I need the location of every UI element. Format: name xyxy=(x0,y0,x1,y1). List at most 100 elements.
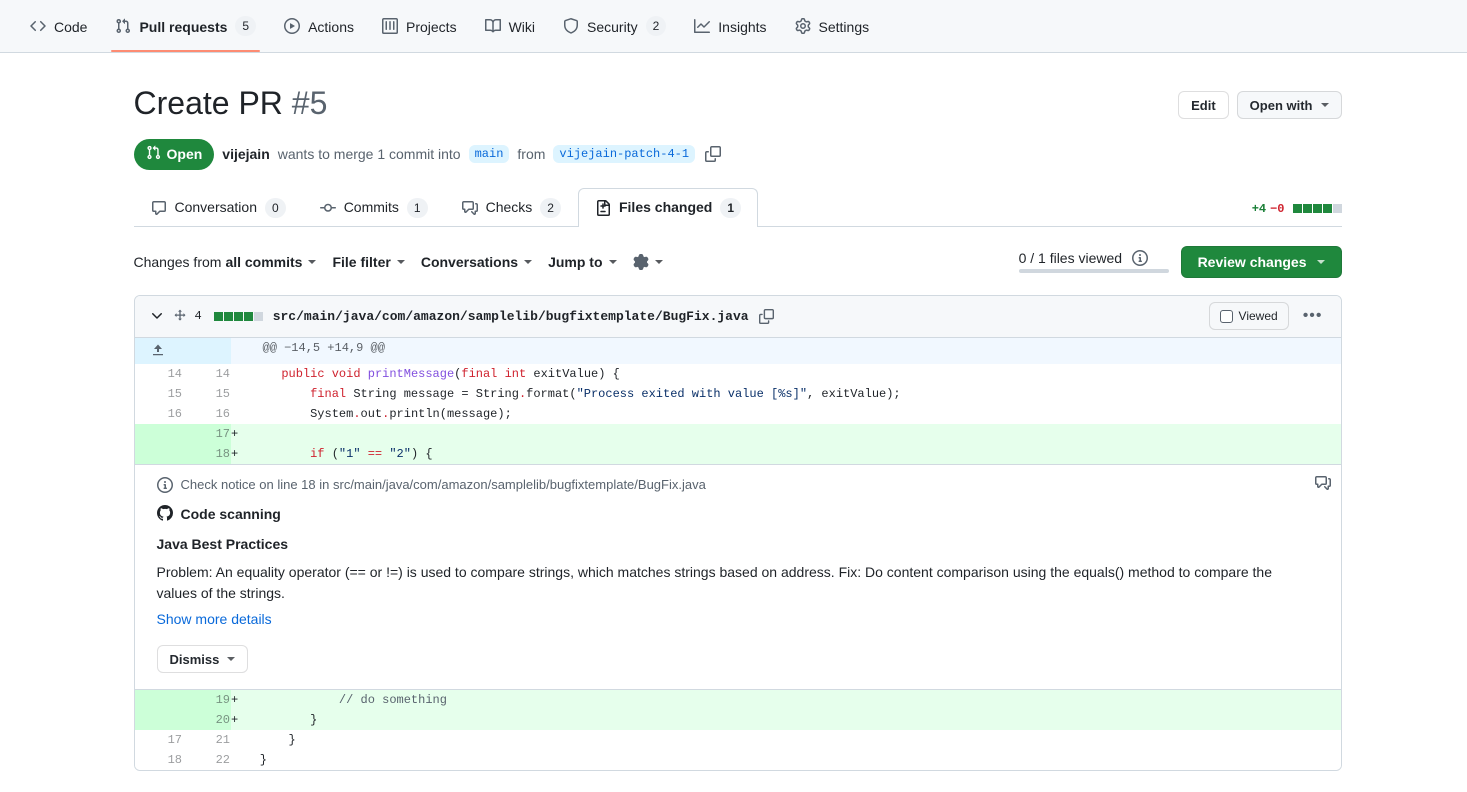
drag-handle-icon[interactable] xyxy=(173,309,187,323)
info-icon[interactable] xyxy=(1132,250,1149,267)
diff-settings-dropdown[interactable] xyxy=(633,253,663,270)
code-line: System.out.println(message); xyxy=(252,403,1341,424)
line-number-new[interactable]: 14 xyxy=(182,363,231,384)
show-more-details-link[interactable]: Show more details xyxy=(157,611,272,627)
chevron-down-icon xyxy=(654,259,663,264)
line-number-new[interactable]: 20 xyxy=(182,710,231,731)
file-diffstat-block xyxy=(233,311,243,321)
code-line: final String message = String.format("Pr… xyxy=(252,383,1341,404)
jump-to-dropdown[interactable]: Jump to xyxy=(548,254,617,270)
tab-commits[interactable]: Commits 1 xyxy=(303,188,445,227)
chevron-down-icon xyxy=(396,259,405,264)
dismiss-button[interactable]: Dismiss xyxy=(156,645,249,674)
expand-up-icon[interactable] xyxy=(150,338,166,357)
copy-icon[interactable] xyxy=(757,307,776,326)
line-number-old[interactable] xyxy=(134,690,183,711)
file-path[interactable]: src/main/java/com/amazon/samplelib/bugfi… xyxy=(273,309,749,324)
line-number-new[interactable]: 17 xyxy=(182,423,231,444)
file-change-count: 4 xyxy=(194,309,202,324)
chevron-down-icon[interactable] xyxy=(149,308,165,324)
line-number-old[interactable] xyxy=(134,710,183,731)
line-number-new[interactable]: 19 xyxy=(182,690,231,711)
diff-row-context: 17 21 } xyxy=(134,730,1341,751)
changes-from-prefix: Changes from xyxy=(133,253,222,270)
conversations-dropdown[interactable]: Conversations xyxy=(421,254,533,270)
tab-checks[interactable]: Checks 2 xyxy=(445,188,578,227)
nav-item-pull-requests[interactable]: Pull requests 5 xyxy=(103,0,268,52)
nav-item-projects[interactable]: Projects xyxy=(370,0,469,52)
nav-item-security[interactable]: Security 2 xyxy=(551,0,678,52)
tab-conversation[interactable]: Conversation 0 xyxy=(134,188,303,227)
info-icon xyxy=(156,476,173,493)
file-header: 4 src/main/java/com/amazon/samplelib/bug… xyxy=(134,295,1341,338)
tab-label-conversation: Conversation xyxy=(174,199,258,215)
file-filter-dropdown[interactable]: File filter xyxy=(332,254,405,270)
copy-icon[interactable] xyxy=(703,144,723,164)
pr-number: #5 xyxy=(291,85,328,121)
nav-item-code[interactable]: Code xyxy=(18,0,99,52)
diff-row-addition: 20 + } xyxy=(134,710,1341,731)
line-number-old[interactable]: 18 xyxy=(134,750,183,771)
nav-label-wiki: Wiki xyxy=(508,19,536,35)
annotation-header: Check notice on line 18 in src/main/java… xyxy=(156,476,1325,493)
checks-report-icon[interactable] xyxy=(1314,475,1331,491)
file-diffstat-blocks xyxy=(213,311,263,321)
changes-from-dropdown[interactable]: Changes from all commits xyxy=(134,254,317,270)
pr-header-actions: Edit Open with xyxy=(1178,83,1342,119)
viewed-checkbox[interactable]: Viewed xyxy=(1208,302,1289,331)
diffstat-block xyxy=(1292,204,1302,214)
code-scanning-annotation: Check notice on line 18 in src/main/java… xyxy=(134,463,1341,691)
file-diffstat-block xyxy=(243,311,253,321)
nav-item-wiki[interactable]: Wiki xyxy=(473,0,547,52)
line-number-old[interactable] xyxy=(134,443,183,464)
line-number-old[interactable] xyxy=(134,423,183,444)
open-with-button[interactable]: Open with xyxy=(1236,91,1342,119)
line-number-new[interactable]: 16 xyxy=(182,403,231,424)
annotation-cell: Check notice on line 18 in src/main/java… xyxy=(134,463,1341,691)
chevron-down-icon xyxy=(1316,259,1325,264)
diff-table: @@ −14,5 +14,9 @@ 14 14 public void prin… xyxy=(134,337,1341,771)
page-title: Create PR #5 xyxy=(134,83,328,123)
git-pull-request-icon-badge xyxy=(146,145,161,164)
line-number-old[interactable]: 14 xyxy=(134,363,183,384)
expand-up-cell[interactable] xyxy=(134,337,183,364)
base-branch[interactable]: main xyxy=(468,145,510,164)
code-line: } xyxy=(252,730,1341,751)
nav-item-settings[interactable]: Settings xyxy=(783,0,882,52)
line-marker xyxy=(230,383,253,404)
files-viewed-bar xyxy=(1018,269,1169,274)
annotation-rule-name: Java Best Practices xyxy=(156,535,289,552)
repo-nav-list: Code Pull requests 5 Actions Projects Wi… xyxy=(16,0,883,52)
nav-label-settings: Settings xyxy=(818,19,870,35)
code-line: // do something xyxy=(252,690,1341,711)
checkbox-icon[interactable] xyxy=(1219,309,1233,323)
tab-counter-checks: 2 xyxy=(540,197,561,218)
annotation-body: Problem: An equality operator (== or !=)… xyxy=(156,563,1273,602)
nav-item-actions[interactable]: Actions xyxy=(272,0,366,52)
open-with-label: Open with xyxy=(1249,97,1313,113)
edit-button[interactable]: Edit xyxy=(1178,91,1229,119)
diff-row-addition: 17 + xyxy=(134,423,1341,444)
line-number-new[interactable]: 21 xyxy=(182,730,231,751)
file-options-kebab-icon[interactable]: ••• xyxy=(1299,308,1327,324)
line-number-old[interactable]: 17 xyxy=(134,730,183,751)
line-number-new[interactable]: 22 xyxy=(182,750,231,771)
line-number-new[interactable]: 18 xyxy=(182,443,231,464)
line-number-old[interactable]: 15 xyxy=(134,383,183,404)
review-changes-button[interactable]: Review changes xyxy=(1180,245,1342,278)
pr-tabs: Conversation 0 Commits 1 Checks 2 Files … xyxy=(133,186,1342,227)
diffstat-additions: +4 xyxy=(1251,201,1267,216)
pr-author[interactable]: vijejain xyxy=(222,146,269,162)
table-icon xyxy=(382,18,398,34)
nav-counter-security: 2 xyxy=(645,16,667,36)
nav-item-insights[interactable]: Insights xyxy=(682,0,778,52)
hunk-text: @@ −14,5 +14,9 @@ xyxy=(252,337,1341,364)
annotation-tool: Code scanning xyxy=(156,504,1325,524)
code-line: } xyxy=(252,750,1341,771)
repo-nav: Code Pull requests 5 Actions Projects Wi… xyxy=(0,0,1467,53)
line-number-new[interactable]: 15 xyxy=(182,383,231,404)
comment-icon xyxy=(151,200,167,216)
line-number-old[interactable]: 16 xyxy=(134,403,183,424)
head-branch[interactable]: vijejain-patch-4-1 xyxy=(553,145,696,164)
tab-files-changed[interactable]: Files changed 1 xyxy=(577,187,759,227)
